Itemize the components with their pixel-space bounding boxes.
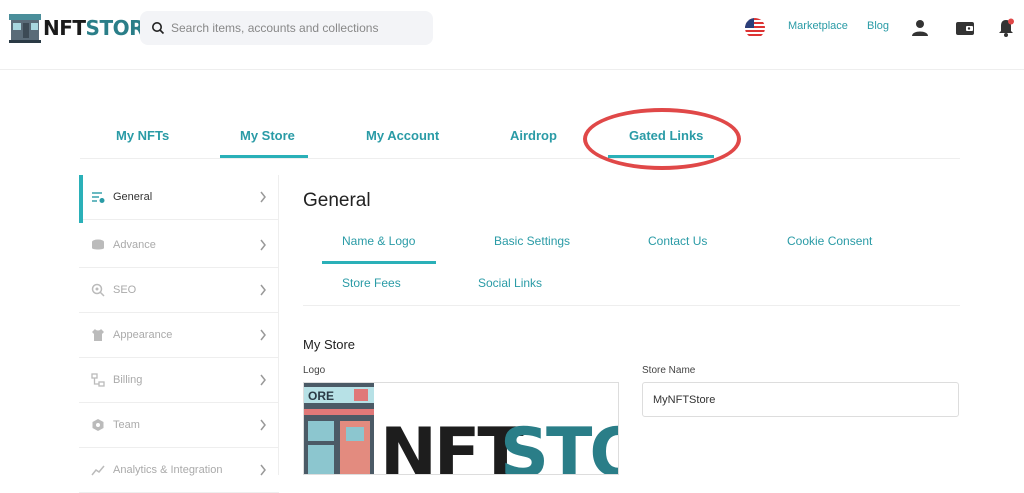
chevron-right-icon xyxy=(260,329,266,341)
tab-my-account[interactable]: My Account xyxy=(366,128,439,143)
page-title: General xyxy=(303,190,371,211)
general-settings-icon xyxy=(92,192,105,203)
sidebar-item-label: General xyxy=(113,191,153,203)
nftstore-logo[interactable]: NFTSTORE xyxy=(8,11,158,45)
logo-text-nft: NFT xyxy=(43,16,86,40)
subtab-store-fees[interactable]: Store Fees xyxy=(342,276,401,290)
store-name-label: Store Name xyxy=(642,365,696,376)
subtab-social-links[interactable]: Social Links xyxy=(478,276,542,290)
chevron-right-icon xyxy=(260,464,266,476)
chevron-right-icon xyxy=(260,191,266,203)
logo-label: Logo xyxy=(303,365,326,376)
logo-preview-store-text: STOR xyxy=(500,414,619,475)
sidebar-item-appearance[interactable]: Appearance xyxy=(79,313,279,358)
notification-bell-icon[interactable] xyxy=(997,18,1015,38)
active-tab-indicator xyxy=(220,155,308,158)
sidebar-item-label: Billing xyxy=(113,374,143,386)
seo-search-icon xyxy=(91,283,105,297)
logo-upload-preview[interactable]: ORE NFT STOR xyxy=(303,382,619,475)
sidebar-item-label: Team xyxy=(113,419,140,431)
tab-my-store[interactable]: My Store xyxy=(240,128,295,143)
subtab-basic-settings[interactable]: Basic Settings xyxy=(494,234,570,248)
chevron-right-icon xyxy=(260,284,266,296)
store-name-input[interactable] xyxy=(642,382,959,417)
sidebar-item-seo[interactable]: SEO xyxy=(79,268,279,313)
subtabs-divider xyxy=(303,305,960,306)
chevron-right-icon xyxy=(260,419,266,431)
user-icon[interactable] xyxy=(911,19,929,37)
subtab-name-logo[interactable]: Name & Logo xyxy=(342,234,415,248)
search-bar[interactable] xyxy=(140,11,433,45)
blog-link[interactable]: Blog xyxy=(867,20,889,32)
subtab-contact-us[interactable]: Contact Us xyxy=(648,234,707,248)
section-title: My Store xyxy=(303,337,356,352)
search-input[interactable] xyxy=(171,21,421,35)
chevron-right-icon xyxy=(260,239,266,251)
storefront-icon xyxy=(9,14,41,43)
account-tabs: My NFTs My Store My Account Airdrop Gate… xyxy=(80,114,960,159)
billing-icon xyxy=(91,373,105,387)
sidebar-item-general[interactable]: General xyxy=(79,175,279,223)
active-subtab-indicator xyxy=(322,261,436,264)
database-icon xyxy=(92,239,104,250)
tab-airdrop[interactable]: Airdrop xyxy=(510,128,557,143)
wallet-icon[interactable] xyxy=(955,19,975,37)
logo-sign-text: ORE xyxy=(308,389,334,403)
sidebar-item-label: Advance xyxy=(113,239,156,251)
store-logo-image: ORE NFT STOR xyxy=(304,383,619,475)
sidebar-item-label: Appearance xyxy=(113,329,173,341)
chevron-right-icon xyxy=(260,374,266,386)
sidebar-item-advance[interactable]: Advance xyxy=(79,223,279,268)
sidebar-item-label: SEO xyxy=(113,284,137,296)
tab-my-nfts[interactable]: My NFTs xyxy=(116,128,169,143)
sidebar-item-billing[interactable]: Billing xyxy=(79,358,279,403)
subtab-cookie-consent[interactable]: Cookie Consent xyxy=(787,234,872,248)
team-icon xyxy=(92,419,104,431)
marketplace-link[interactable]: Marketplace xyxy=(788,20,848,32)
sidebar-item-analytics[interactable]: Analytics & Integration xyxy=(79,448,279,493)
sidebar-item-label: Analytics & Integration xyxy=(113,464,223,476)
shirt-icon xyxy=(92,329,104,341)
search-icon xyxy=(152,22,165,35)
us-flag-icon[interactable] xyxy=(745,18,765,38)
sidebar-item-team[interactable]: Team xyxy=(79,403,279,448)
highlight-annotation-oval xyxy=(583,108,741,170)
settings-sidebar: General Advance SEO Appearance Billing T… xyxy=(79,175,279,493)
top-navigation-bar: NFTSTORE Marketplace Blog xyxy=(0,0,1024,70)
